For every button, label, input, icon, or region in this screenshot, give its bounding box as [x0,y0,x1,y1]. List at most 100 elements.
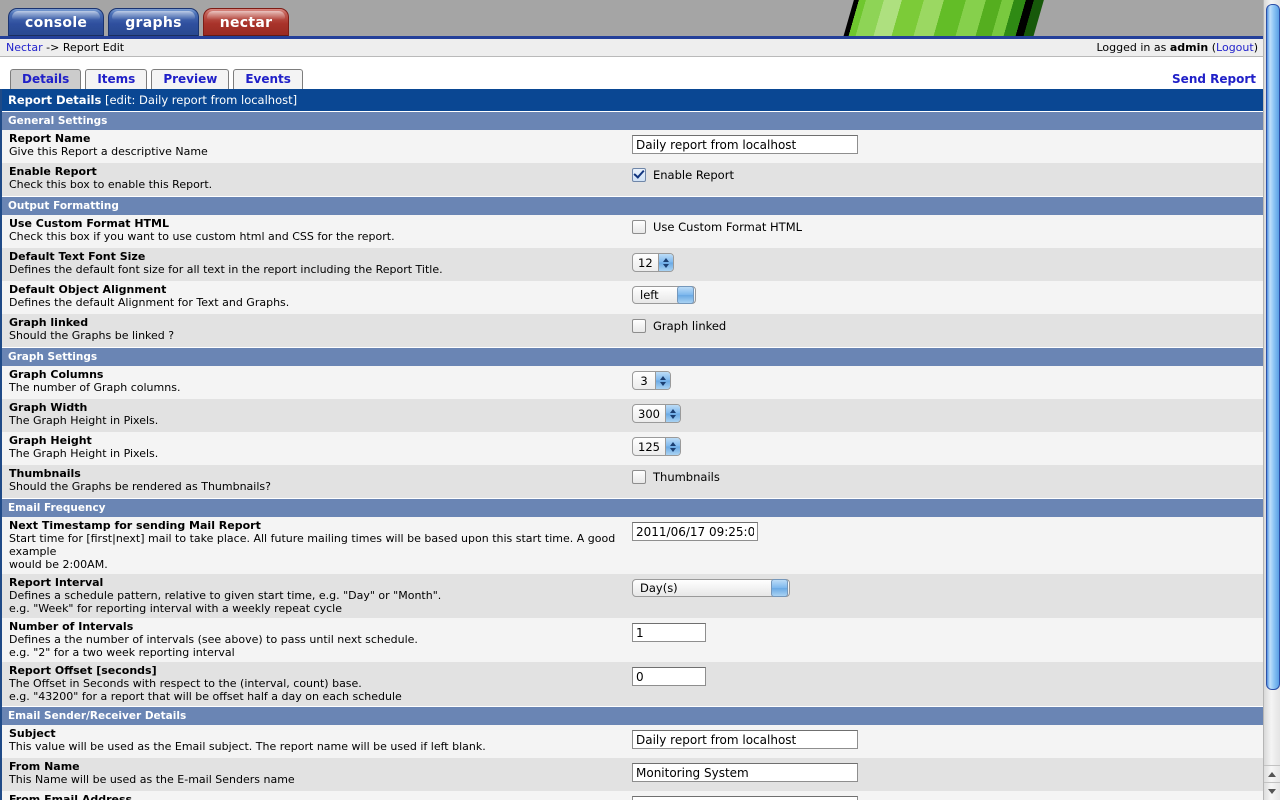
report-offset-input[interactable] [632,667,706,686]
stepper-down-icon[interactable] [669,447,676,452]
default-object-alignment-select[interactable]: left [632,286,696,304]
checkbox-unchecked-icon[interactable] [632,470,646,484]
app-tab-strip: console graphs nectar [8,0,293,36]
stepper-up-icon[interactable] [662,257,669,262]
section-heading: General Settings [2,111,1263,130]
scroll-up-button[interactable] [1264,765,1280,783]
panel-title-text: Report Details [8,93,102,107]
settings-row: Use Custom Format HTML Check this box if … [2,215,1263,248]
settings-row-description: Defines a schedule pattern, relative to … [9,589,442,602]
graph-width-stepper[interactable]: 300 [632,404,681,423]
app-tab-graphs[interactable]: graphs [108,8,199,36]
settings-row-description: This value will be used as the Email sub… [9,740,486,753]
tab-preview[interactable]: Preview [151,69,230,89]
report-interval-select[interactable]: Day(s) [632,579,790,597]
page-viewport: console graphs nectar Nectar -> Report E… [0,0,1264,800]
subject-input[interactable] [632,730,858,749]
checkbox-checked-icon[interactable] [632,168,646,182]
graph-columns-stepper[interactable]: 3 [632,371,671,390]
stepper-up-icon[interactable] [669,408,676,413]
stepper-arrows[interactable] [664,438,680,455]
settings-row-title: Thumbnails [9,467,81,480]
from-name-input[interactable] [632,763,858,782]
settings-row-title: Default Object Alignment [9,283,167,296]
stepper-down-icon[interactable] [662,263,669,268]
settings-row-control: 300 [632,401,1263,423]
settings-row-label: Thumbnails Should the Graphs be rendered … [2,467,632,493]
stepper-value: 300 [638,406,660,421]
settings-row-description: Defines the default Alignment for Text a… [9,296,290,309]
settings-row-description-2: e.g. "2" for a two week reporting interv… [9,646,235,659]
settings-row-control [632,664,1263,686]
settings-row-control: 125 [632,434,1263,456]
number-of-intervals-input[interactable] [632,623,706,642]
thumbnails-checkbox[interactable]: Thumbnails [632,470,720,484]
login-status: Logged in as admin (Logout) [1096,41,1258,54]
app-tab-console-label: console [25,15,88,31]
settings-row-title: Report Name [9,132,91,145]
tab-events[interactable]: Events [233,69,303,89]
graph-height-stepper[interactable]: 125 [632,437,681,456]
scrollbar-thumb[interactable] [1266,4,1280,690]
breadcrumb-root-link[interactable]: Nectar [6,41,43,54]
settings-row: Subject This value will be used as the Em… [2,725,1263,758]
settings-row-description: Should the Graphs be rendered as Thumbna… [9,480,271,493]
settings-row-label: From Email AddressThis Adress will be us… [2,793,632,800]
panel-title: Report Details [edit: Daily report from … [2,89,1263,111]
tab-items[interactable]: Items [85,69,148,89]
settings-row: Report Name Give this Report a descriptiv… [2,130,1263,163]
stepper-up-icon[interactable] [669,441,676,446]
settings-row-description: This Name will be used as the E-mail Sen… [9,773,295,786]
select-value: Day(s) [640,581,678,595]
select-arrows-icon[interactable] [771,579,788,597]
vertical-scrollbar[interactable] [1263,0,1280,800]
checkbox-label: Enable Report [653,168,734,182]
enable-report-checkbox[interactable]: Enable Report [632,168,734,182]
app-tab-console[interactable]: console [8,8,105,36]
tab-details[interactable]: Details [10,69,82,89]
settings-row: Graph Height The Graph Height in Pixels. 1… [2,432,1263,465]
settings-row-control: Day(s) [632,576,1263,597]
app-tab-nectar-label: nectar [219,15,273,31]
select-arrows-icon[interactable] [677,286,694,304]
logout-link[interactable]: Logout [1216,41,1254,54]
send-report-link[interactable]: Send Report [1172,72,1256,86]
settings-row-control: Thumbnails [632,467,1263,487]
settings-row-label: Report Name Give this Report a descriptiv… [2,132,632,158]
from-email-address-input[interactable] [632,796,858,800]
app-tab-graphs-label: graphs [125,15,182,31]
settings-row-title: Graph Width [9,401,88,414]
select-value: left [640,288,659,302]
settings-sections: General Settings Report Name Give this Rep… [2,111,1263,800]
settings-row: Number of Intervals Defines a the number … [2,618,1263,662]
stepper-down-icon[interactable] [669,414,676,419]
stepper-arrows[interactable] [664,405,680,422]
page-tab-row: Details Items Preview Events Send Report [0,57,1264,89]
triangle-up-icon [1268,772,1276,777]
settings-row-control [632,793,1263,800]
stepper-up-icon[interactable] [660,375,666,380]
scroll-down-button[interactable] [1264,782,1280,800]
settings-row-description-2: would be 2:00AM. [9,558,108,571]
stepper-down-icon[interactable] [660,381,666,386]
app-tab-nectar[interactable]: nectar [202,8,290,36]
default-text-font-size-stepper[interactable]: 12 [632,253,674,272]
stepper-arrows[interactable] [655,372,670,389]
settings-row-title: Graph Height [9,434,92,447]
report-name-input[interactable] [632,135,858,154]
graph-linked-checkbox[interactable]: Graph linked [632,319,726,333]
stepper-arrows[interactable] [657,254,673,271]
settings-row: From Email AddressThis Adress will be us… [2,791,1263,800]
settings-row-control: Use Custom Format HTML [632,217,1263,237]
next-timestamp-input[interactable] [632,522,758,541]
checkbox-unchecked-icon[interactable] [632,319,646,333]
use-custom-format-html-checkbox[interactable]: Use Custom Format HTML [632,220,802,234]
section-heading: Output Formatting [2,196,1263,215]
settings-row: Report Offset [seconds] The Offset in Sec… [2,662,1263,706]
settings-row: Report Interval Defines a schedule patter… [2,574,1263,618]
settings-row-label: Subject This value will be used as the Em… [2,727,632,753]
settings-row-title: Use Custom Format HTML [9,217,170,230]
settings-row-description-2: e.g. "43200" for a report that will be o… [9,690,402,703]
settings-row-label: Graph Columns The number of Graph columns… [2,368,632,394]
checkbox-unchecked-icon[interactable] [632,220,646,234]
